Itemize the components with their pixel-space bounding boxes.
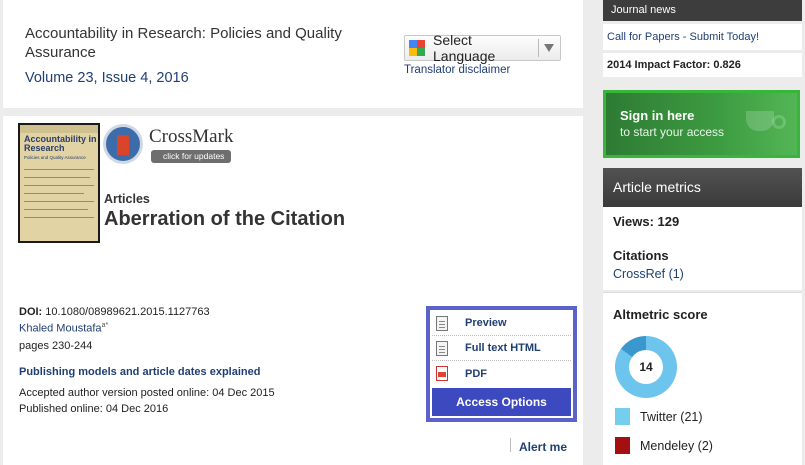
- article-type: Articles: [104, 192, 150, 206]
- twitter-legend-item[interactable]: Twitter (21): [615, 408, 703, 425]
- article-pages: pages 230-244: [19, 340, 93, 352]
- impact-factor: 2014 Impact Factor: 0.826: [603, 53, 802, 77]
- crossmark-icon: [103, 124, 143, 164]
- cover-line: [24, 201, 94, 202]
- journal-title[interactable]: Accountability in Research: Policies and…: [25, 24, 385, 62]
- translator-disclaimer-link[interactable]: Translator disclaimer: [404, 64, 510, 76]
- article-options-box: Preview Full text HTML PDF Access Option…: [426, 306, 577, 422]
- cover-line: [24, 193, 84, 194]
- chevron-down-icon: [544, 44, 554, 52]
- author-link[interactable]: Khaled Moustafaa*: [19, 322, 108, 335]
- crossmark-updates-button[interactable]: click for updates: [151, 150, 231, 163]
- altmetric-section: Altmetric score 14 Twitter (21) Mendeley…: [603, 293, 802, 465]
- cup-icon: [746, 111, 786, 131]
- full-text-html-link[interactable]: Full text HTML: [432, 336, 571, 361]
- cover-line: [24, 177, 90, 178]
- sign-in-banner[interactable]: Sign in here to start your access: [603, 90, 800, 158]
- language-select[interactable]: Select Language: [404, 32, 561, 64]
- published-date: Published online: 04 Dec 2016: [19, 403, 169, 415]
- pdf-label: PDF: [465, 367, 487, 380]
- article-metrics-heading: Article metrics: [603, 168, 802, 207]
- mendeley-swatch: [615, 437, 630, 454]
- crossref-link[interactable]: CrossRef (1): [613, 267, 792, 281]
- cover-line: [24, 185, 94, 186]
- publishing-models-link[interactable]: Publishing models and article dates expl…: [19, 366, 260, 378]
- citations-section: Citations CrossRef (1): [603, 240, 802, 290]
- sign-in-title: Sign in here: [620, 108, 695, 123]
- google-translate-icon: [409, 40, 425, 56]
- author-name[interactable]: Khaled Moustafa: [19, 323, 102, 335]
- mendeley-legend-item[interactable]: Mendeley (2): [615, 437, 713, 454]
- journal-news-heading: Journal news: [603, 0, 802, 21]
- preview-label: Preview: [465, 317, 507, 329]
- cover-line: [24, 217, 94, 218]
- cover-line: [24, 169, 94, 170]
- doi-label: DOI:: [19, 306, 43, 318]
- access-options-button[interactable]: Access Options: [432, 388, 571, 416]
- doi-value: 10.1080/08989621.2015.1127763: [45, 306, 210, 318]
- citations-heading: Citations: [613, 248, 669, 263]
- views-count: Views: 129: [603, 207, 802, 240]
- journal-cover-image[interactable]: Accountability in Research Policies and …: [18, 123, 100, 243]
- call-for-papers-link[interactable]: Call for Papers - Submit Today!: [603, 24, 802, 50]
- crossmark-badge[interactable]: CrossMark click for updates: [103, 124, 235, 166]
- altmetric-heading: Altmetric score: [613, 307, 708, 322]
- author-affiliation-marker: a*: [101, 322, 109, 329]
- mendeley-count: Mendeley (2): [640, 438, 713, 453]
- twitter-swatch: [615, 408, 630, 425]
- cover-line: [24, 209, 88, 210]
- document-icon: [436, 340, 448, 356]
- article-doi: DOI: 10.1080/08989621.2015.1127763: [19, 306, 210, 318]
- accepted-date: Accepted author version posted online: 0…: [19, 387, 275, 399]
- alert-divider: [510, 438, 511, 452]
- preview-link[interactable]: Preview: [432, 311, 571, 336]
- sign-in-subtitle: to start your access: [620, 125, 725, 139]
- pdf-link[interactable]: PDF: [432, 361, 571, 386]
- altmetric-score[interactable]: 14: [615, 336, 677, 398]
- language-select-label: Select Language: [433, 32, 496, 64]
- article-panel: Accountability in Research Policies and …: [3, 116, 583, 465]
- cover-top-band: [20, 125, 98, 133]
- article-title: Aberration of the Citation: [104, 208, 346, 230]
- pdf-icon: [436, 366, 448, 381]
- cover-title: Accountability in Research: [24, 134, 97, 153]
- crossmark-label: CrossMark: [149, 126, 234, 147]
- cover-subtitle: Policies and Quality Assurance: [24, 155, 86, 160]
- alert-me-link[interactable]: Alert me: [519, 440, 567, 454]
- language-select-divider: [538, 39, 539, 57]
- document-icon: [436, 315, 448, 331]
- full-text-html-label: Full text HTML: [465, 342, 541, 354]
- journal-volume[interactable]: Volume 23, Issue 4, 2016: [25, 70, 189, 86]
- journal-header: Accountability in Research: Policies and…: [3, 0, 583, 108]
- twitter-count: Twitter (21): [640, 409, 703, 424]
